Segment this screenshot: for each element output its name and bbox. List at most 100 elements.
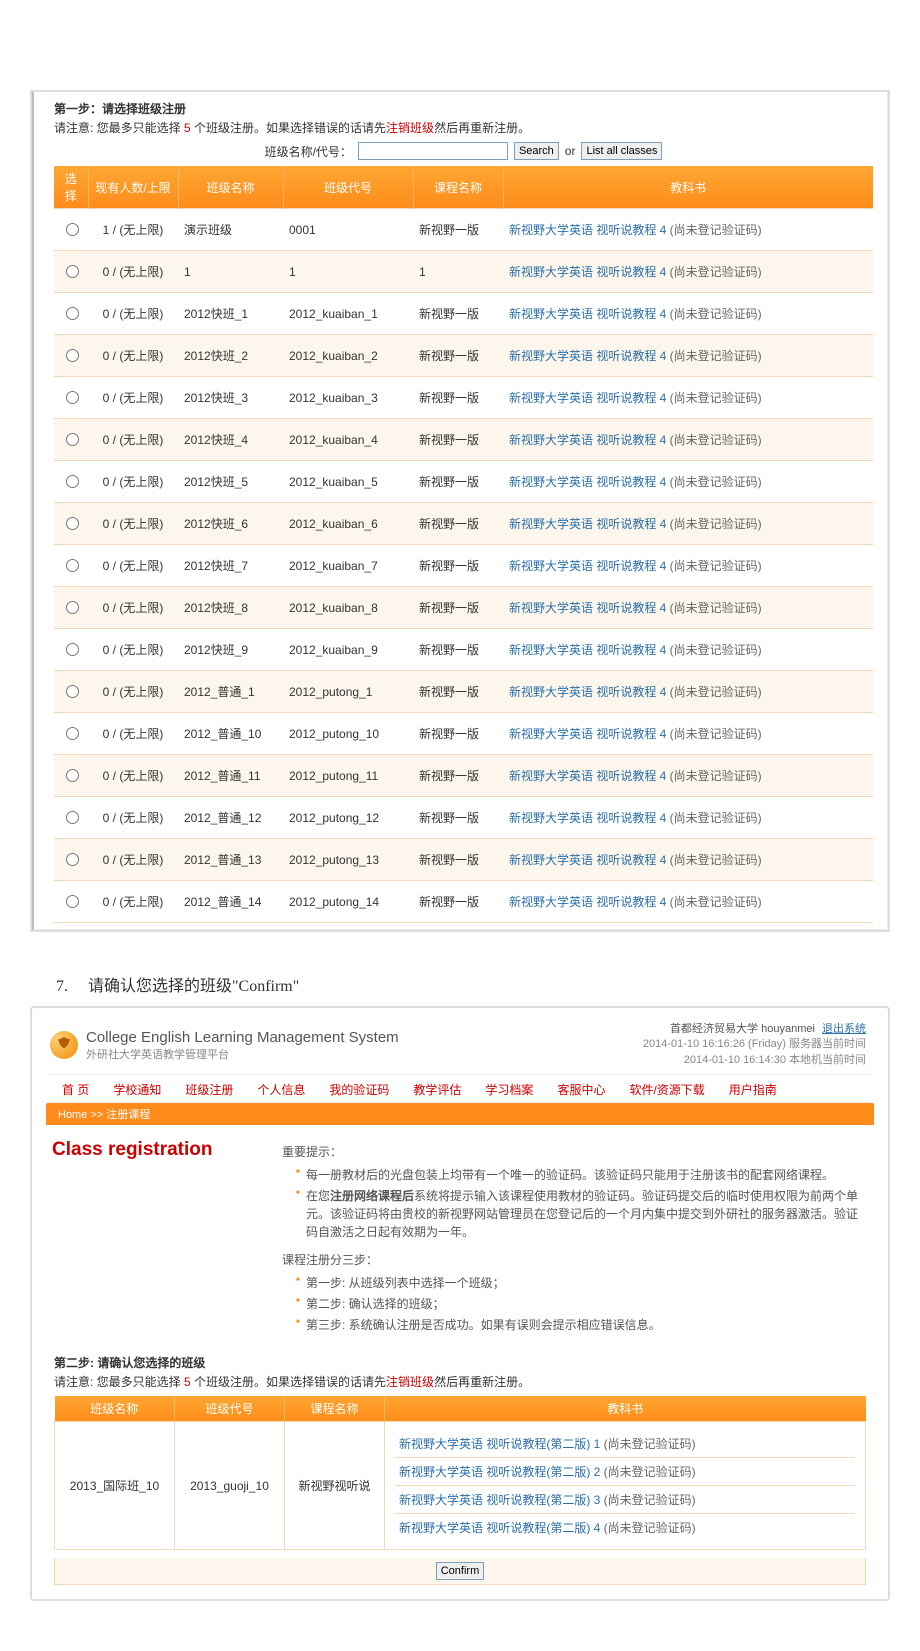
textbook-link[interactable]: 新视野大学英语 视听说教程 4 bbox=[509, 853, 666, 867]
app-logo-icon bbox=[50, 1031, 78, 1059]
confirm-class-name: 2013_国际班_10 bbox=[55, 1422, 175, 1550]
textbook-link[interactable]: 新视野大学英语 视听说教程 4 bbox=[509, 685, 666, 699]
class-name-cell: 2012快班_3 bbox=[178, 377, 283, 419]
class-code-cell: 2012_putong_11 bbox=[283, 755, 413, 797]
server-time: 2014-01-10 16:16:26 (Friday) 服务器当前时间 bbox=[643, 1037, 866, 1052]
app-header: College English Learning Management Syst… bbox=[46, 1018, 874, 1074]
class-radio[interactable] bbox=[66, 895, 79, 908]
class-code-cell: 2012_kuaiban_2 bbox=[283, 335, 413, 377]
class-name-cell: 演示班级 bbox=[178, 209, 283, 251]
book-cell: 新视野大学英语 视听说教程 4 (尚未登记验证码) bbox=[503, 797, 873, 839]
class-code-cell: 2012_kuaiban_1 bbox=[283, 293, 413, 335]
table-row: 0 / (无上限)2012快班_12012_kuaiban_1新视野一版新视野大… bbox=[54, 293, 873, 335]
class-name-cell: 2012快班_1 bbox=[178, 293, 283, 335]
class-radio[interactable] bbox=[66, 433, 79, 446]
nav-link[interactable]: 软件/资源下载 bbox=[629, 1081, 704, 1098]
textbook-link[interactable]: 新视野大学英语 视听说教程 4 bbox=[509, 349, 666, 363]
class-radio[interactable] bbox=[66, 811, 79, 824]
book-cell: 新视野大学英语 视听说教程 4 (尚未登记验证码) bbox=[503, 335, 873, 377]
nav-link[interactable]: 班级注册 bbox=[185, 1081, 233, 1098]
class-radio[interactable] bbox=[66, 727, 79, 740]
step2-title: 第二步: 请确认您选择的班级 bbox=[54, 1354, 866, 1371]
book-cell: 新视野大学英语 视听说教程 4 (尚未登记验证码) bbox=[503, 755, 873, 797]
unregister-link-2[interactable]: 注销班级 bbox=[386, 1375, 434, 1389]
class-radio[interactable] bbox=[66, 349, 79, 362]
textbook-link[interactable]: 新视野大学英语 视听说教程 4 bbox=[509, 307, 666, 321]
textbook-link[interactable]: 新视野大学英语 视听说教程 4 bbox=[509, 559, 666, 573]
class-radio[interactable] bbox=[66, 391, 79, 404]
textbook-link[interactable]: 新视野大学英语 视听说教程 4 bbox=[509, 895, 666, 909]
class-code-cell: 2012_putong_13 bbox=[283, 839, 413, 881]
class-radio[interactable] bbox=[66, 601, 79, 614]
textbook-link[interactable]: 新视野大学英语 视听说教程(第二版) 4 bbox=[399, 1521, 600, 1535]
textbook-link[interactable]: 新视野大学英语 视听说教程 4 bbox=[509, 391, 666, 405]
table-row: 0 / (无上限)2012快班_32012_kuaiban_3新视野一版新视野大… bbox=[54, 377, 873, 419]
col-book: 教科书 bbox=[503, 166, 873, 209]
table-row: 0 / (无上限)2012_普通_102012_putong_10新视野一版新视… bbox=[54, 713, 873, 755]
nav-link[interactable]: 个人信息 bbox=[257, 1081, 305, 1098]
class-list-table: 选择 现有人数/上限 班级名称 班级代号 课程名称 教科书 1 / (无上限)演… bbox=[54, 166, 873, 923]
logout-link[interactable]: 退出系统 bbox=[822, 1023, 866, 1035]
textbook-link[interactable]: 新视野大学英语 视听说教程(第二版) 1 bbox=[399, 1437, 600, 1451]
textbook-link[interactable]: 新视野大学英语 视听说教程 4 bbox=[509, 433, 666, 447]
count-cell: 0 / (无上限) bbox=[88, 335, 178, 377]
textbook-link[interactable]: 新视野大学英语 视听说教程 4 bbox=[509, 601, 666, 615]
class-code-cell: 2012_putong_1 bbox=[283, 671, 413, 713]
textbook-link[interactable]: 新视野大学英语 视听说教程(第二版) 2 bbox=[399, 1465, 600, 1479]
university-name: 首都经济贸易大学 bbox=[670, 1023, 758, 1035]
count-cell: 0 / (无上限) bbox=[88, 461, 178, 503]
list-all-button[interactable]: List all classes bbox=[581, 142, 662, 160]
search-button[interactable]: Search bbox=[514, 142, 559, 160]
class-radio[interactable] bbox=[66, 559, 79, 572]
class-radio[interactable] bbox=[66, 769, 79, 782]
textbook-link[interactable]: 新视野大学英语 视听说教程(第二版) 3 bbox=[399, 1493, 600, 1507]
class-radio[interactable] bbox=[66, 853, 79, 866]
list-item: 新视野大学英语 视听说教程(第二版) 2 (尚未登记验证码) bbox=[395, 1457, 855, 1485]
course-cell: 新视野一版 bbox=[413, 839, 503, 881]
table-row: 0 / (无上限)111新视野大学英语 视听说教程 4 (尚未登记验证码) bbox=[54, 251, 873, 293]
col-name: 班级名称 bbox=[178, 166, 283, 209]
class-search-input[interactable] bbox=[358, 142, 508, 160]
nav-link[interactable]: 用户指南 bbox=[729, 1081, 777, 1098]
confirm-table: 班级名称 班级代号 课程名称 教科书 2013_国际班_10 2013_guoj… bbox=[54, 1396, 866, 1550]
textbook-link[interactable]: 新视野大学英语 视听说教程 4 bbox=[509, 265, 666, 279]
class-radio[interactable] bbox=[66, 643, 79, 656]
nav-link[interactable]: 首 页 bbox=[62, 1081, 89, 1098]
confirm-button[interactable]: Confirm bbox=[436, 1562, 485, 1580]
textbook-link[interactable]: 新视野大学英语 视听说教程 4 bbox=[509, 517, 666, 531]
class-code-cell: 2012_kuaiban_4 bbox=[283, 419, 413, 461]
reg-step-2: 第二步: 确认选择的班级； bbox=[296, 1295, 868, 1313]
nav-link[interactable]: 教学评估 bbox=[413, 1081, 461, 1098]
count-cell: 0 / (无上限) bbox=[88, 713, 178, 755]
textbook-link[interactable]: 新视野大学英语 视听说教程 4 bbox=[509, 223, 666, 237]
col-course: 课程名称 bbox=[413, 166, 503, 209]
nav-link[interactable]: 我的验证码 bbox=[329, 1081, 389, 1098]
textbook-link[interactable]: 新视野大学英语 视听说教程 4 bbox=[509, 769, 666, 783]
course-cell: 新视野一版 bbox=[413, 377, 503, 419]
class-code-cell: 2012_putong_12 bbox=[283, 797, 413, 839]
nav-link[interactable]: 客服中心 bbox=[557, 1081, 605, 1098]
textbook-link[interactable]: 新视野大学英语 视听说教程 4 bbox=[509, 811, 666, 825]
course-cell: 新视野一版 bbox=[413, 335, 503, 377]
class-radio[interactable] bbox=[66, 265, 79, 278]
class-code-cell: 0001 bbox=[283, 209, 413, 251]
nav-link[interactable]: 学校通知 bbox=[113, 1081, 161, 1098]
unregister-link[interactable]: 注销班级 bbox=[386, 121, 434, 135]
search-label: 班级名称/代号： bbox=[265, 143, 352, 160]
col2-name: 班级名称 bbox=[55, 1396, 175, 1422]
book-cell: 新视野大学英语 视听说教程 4 (尚未登记验证码) bbox=[503, 839, 873, 881]
class-radio[interactable] bbox=[66, 517, 79, 530]
col-code: 班级代号 bbox=[283, 166, 413, 209]
class-code-cell: 2012_kuaiban_5 bbox=[283, 461, 413, 503]
class-radio[interactable] bbox=[66, 685, 79, 698]
textbook-link[interactable]: 新视野大学英语 视听说教程 4 bbox=[509, 727, 666, 741]
textbook-link[interactable]: 新视野大学英语 视听说教程 4 bbox=[509, 643, 666, 657]
class-radio[interactable] bbox=[66, 223, 79, 236]
class-radio[interactable] bbox=[66, 307, 79, 320]
table-row: 0 / (无上限)2012_普通_132012_putong_13新视野一版新视… bbox=[54, 839, 873, 881]
nav-link[interactable]: 学习档案 bbox=[485, 1081, 533, 1098]
textbook-link[interactable]: 新视野大学英语 视听说教程 4 bbox=[509, 475, 666, 489]
count-cell: 0 / (无上限) bbox=[88, 545, 178, 587]
count-cell: 0 / (无上限) bbox=[88, 419, 178, 461]
class-radio[interactable] bbox=[66, 475, 79, 488]
